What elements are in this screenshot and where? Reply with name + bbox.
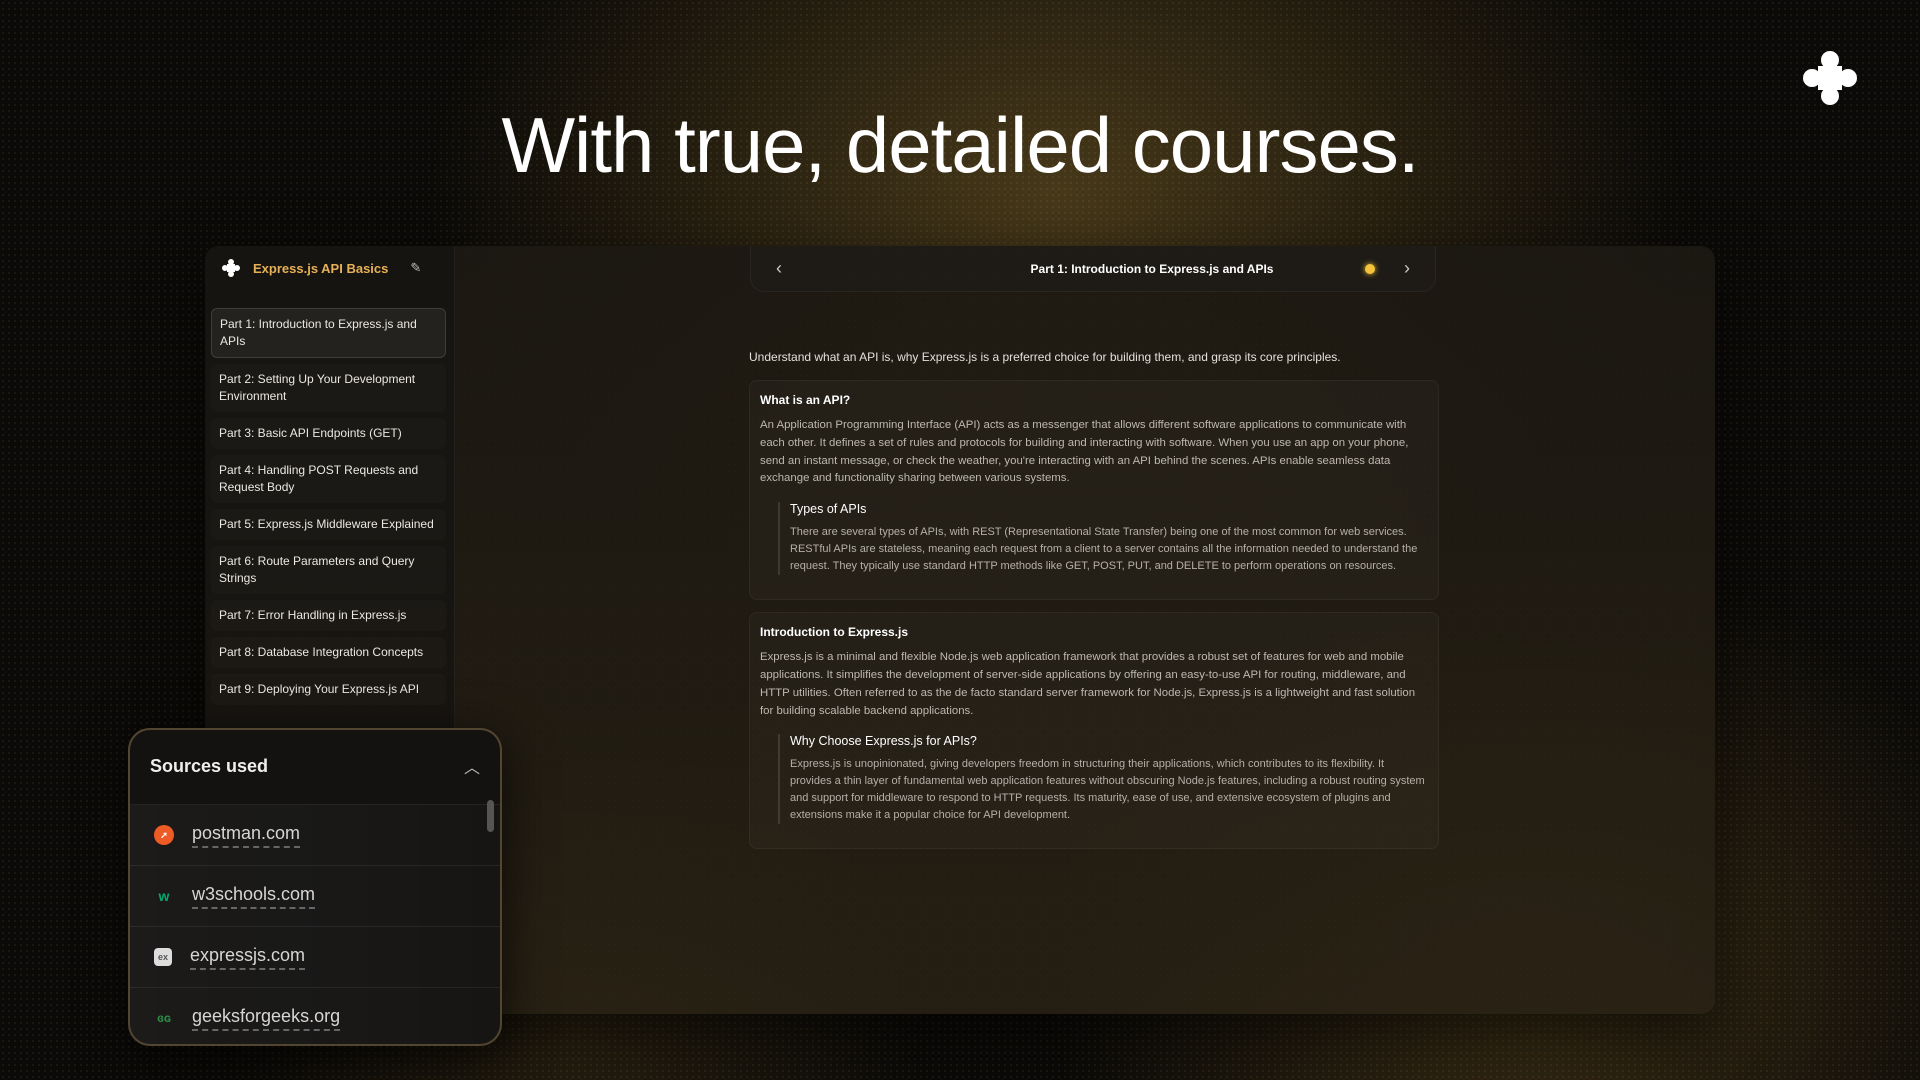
source-link[interactable]: postman.com (192, 823, 301, 848)
w3schools-favicon-icon: w (158, 888, 170, 904)
sources-title: Sources used (150, 755, 269, 776)
subsection-body: Express.js is unopinionated, giving deve… (790, 758, 1425, 822)
source-item-postman[interactable]: ➚ postman.com (130, 805, 500, 866)
course-title: Express.js API Basics (253, 260, 389, 276)
sidebar-part-1[interactable]: Part 1: Introduction to Express.js and A… (211, 308, 446, 358)
current-part-title: Part 1: Introduction to Express.js and A… (1030, 261, 1274, 276)
section-body: Express.js is a minimal and flexible Nod… (760, 651, 1416, 717)
subsection: Why Choose Express.js for APIs? Express.… (778, 734, 1428, 825)
four-petal-logo-icon (1803, 51, 1857, 105)
section-title: Introduction to Express.js (760, 625, 909, 640)
source-link[interactable]: w3schools.com (192, 884, 316, 909)
section-title: What is an API? (760, 393, 851, 407)
lightbulb-icon[interactable] (1365, 263, 1375, 274)
subsection-title: Why Choose Express.js for APIs? (790, 734, 977, 749)
chevron-right-icon[interactable]: › (1397, 258, 1417, 279)
sidebar-part-9[interactable]: Part 9: Deploying Your Express.js API (211, 674, 446, 705)
postman-favicon-icon: ➚ (154, 825, 174, 845)
source-item-expressjs[interactable]: ex expressjs.com (130, 927, 500, 988)
sidebar-part-8[interactable]: Part 8: Database Integration Concepts (211, 637, 446, 668)
chevron-up-icon[interactable]: ︿ (464, 754, 480, 778)
subsection-title: Types of APIs (790, 502, 867, 517)
source-item-w3schools[interactable]: w w3schools.com (130, 866, 500, 927)
sources-header[interactable]: Sources used ︿ (130, 730, 500, 778)
course-logo-icon (222, 259, 240, 277)
section-card: Introduction to Express.js Express.js is… (749, 612, 1439, 850)
section-body: An Application Programming Interface (AP… (760, 419, 1409, 485)
parts-list: Part 1: Introduction to Express.js and A… (205, 290, 454, 705)
source-link[interactable]: geeksforgeeks.org (192, 1006, 341, 1031)
lesson-intro: Understand what an API is, why Express.j… (749, 350, 1341, 364)
pencil-icon[interactable]: ✎ (410, 260, 421, 276)
source-link[interactable]: expressjs.com (190, 945, 306, 970)
sidebar-part-6[interactable]: Part 6: Route Parameters and Query Strin… (211, 546, 446, 594)
sidebar-part-3[interactable]: Part 3: Basic API Endpoints (GET) (211, 418, 446, 449)
lesson-content: Understand what an API is, why Express.j… (749, 350, 1439, 861)
sources-popup: Sources used ︿ ➚ postman.com w w3schools… (128, 728, 502, 1046)
section-card: What is an API? An Application Programmi… (749, 380, 1439, 601)
chevron-left-icon[interactable]: ‹ (769, 258, 789, 279)
subsection: Types of APIs There are several types of… (778, 502, 1428, 576)
part-navigation-bar: ‹ Part 1: Introduction to Express.js and… (750, 246, 1436, 292)
subsection-body: There are several types of APIs, with RE… (790, 526, 1418, 573)
expressjs-favicon-icon: ex (154, 948, 172, 966)
sidebar-part-4[interactable]: Part 4: Handling POST Requests and Reque… (211, 455, 446, 503)
headline: With true, detailed courses. (501, 101, 1419, 189)
sidebar-part-5[interactable]: Part 5: Express.js Middleware Explained (211, 509, 446, 540)
geeksforgeeks-favicon-icon: ɞɢ (157, 1011, 171, 1025)
sidebar-part-2[interactable]: Part 2: Setting Up Your Development Envi… (211, 364, 446, 412)
course-header: Express.js API Basics ✎ (205, 246, 454, 290)
sources-scrollbar[interactable] (487, 800, 494, 832)
sources-list: ➚ postman.com w w3schools.com ex express… (130, 804, 500, 1044)
sidebar-part-7[interactable]: Part 7: Error Handling in Express.js (211, 600, 446, 631)
source-item-geeksforgeeks[interactable]: ɞɢ geeksforgeeks.org (130, 988, 500, 1044)
